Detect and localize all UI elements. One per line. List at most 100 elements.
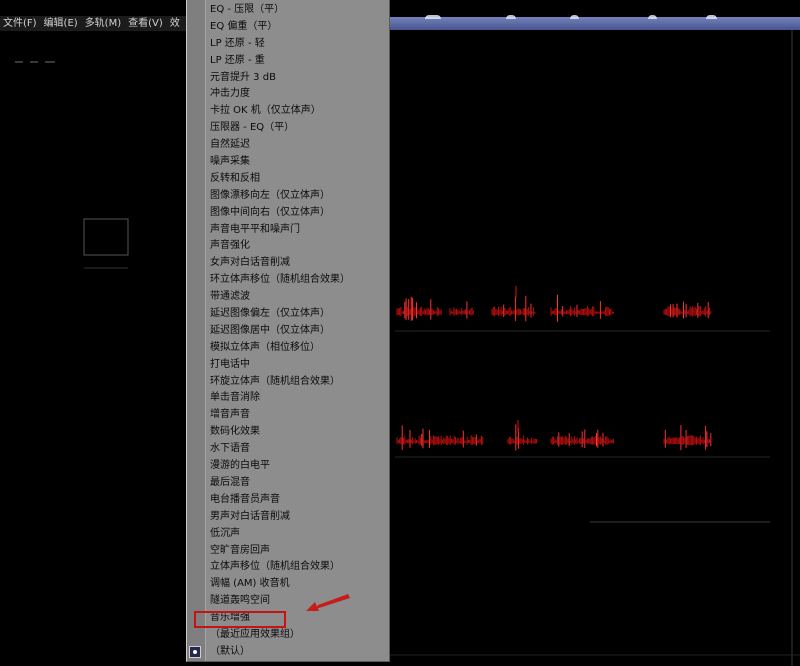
waveform-burst xyxy=(491,306,536,317)
preset-menu-item-label: （默认） xyxy=(210,645,250,657)
preset-menu-item[interactable]: 增音声音 xyxy=(187,407,389,424)
preset-menu-item-label: EQ - 压限（平） xyxy=(210,4,285,15)
preset-menu-item[interactable]: 图像漂移向左（仅立体声） xyxy=(187,188,389,205)
menubar-item[interactable]: 查看(V) xyxy=(128,16,163,31)
preset-menu-item[interactable]: 调幅 (AM) 收音机 xyxy=(187,576,389,593)
preset-menu-item[interactable]: 音乐增强 xyxy=(187,610,389,628)
preset-menu-item[interactable]: 女声对白话音削减 xyxy=(187,255,389,272)
preset-menu-item-label: 带通滤波 xyxy=(210,291,250,303)
preset-menu-item[interactable]: 低沉声 xyxy=(187,526,389,543)
waveform-burst xyxy=(401,425,477,450)
preset-menu-item-label: 增音声音 xyxy=(210,409,250,421)
preset-menu-item-label: 电台播音员声音 xyxy=(210,493,280,505)
preset-menu-item-label: 环立体声移位（随机组合效果） xyxy=(210,274,350,286)
menubar-item[interactable]: 多轨(M) xyxy=(85,16,121,31)
preset-menu-item[interactable]: （默认） xyxy=(187,644,389,661)
annotation-highlight-box xyxy=(194,610,286,628)
preset-menu-item-label: LP 还原 - 轻 xyxy=(210,37,265,49)
preset-menu-item[interactable]: 声音强化 xyxy=(187,238,389,255)
preset-menu-item[interactable]: 漫游的白电平 xyxy=(187,458,389,475)
preset-menu-item-label: 隧道轰鸣空间 xyxy=(210,595,270,607)
preset-menu-item-label: 图像漂移向左（仅立体声） xyxy=(210,189,330,201)
main-menu-bar: 文件(F) 编辑(E) 多轨(M) 查看(V) 效 xyxy=(0,16,186,31)
waveform-track-lower[interactable] xyxy=(396,420,712,451)
waveform-burst xyxy=(396,306,442,317)
preset-menu-item-label: EQ 偏重（平） xyxy=(210,20,278,32)
preset-menu-item[interactable]: 打电话中 xyxy=(187,357,389,374)
preset-menu-item-label: 声音强化 xyxy=(210,240,250,252)
preset-menu-item-label: 声音电平平和噪声门 xyxy=(210,223,300,235)
preset-menu-item[interactable]: 延迟图像居中（仅立体声） xyxy=(187,323,389,340)
menubar-item[interactable]: 编辑(E) xyxy=(44,16,78,31)
preset-menu-item[interactable]: 噪声采集 xyxy=(187,154,389,171)
preset-menu-item[interactable]: 环立体声移位（随机组合效果） xyxy=(187,272,389,289)
preset-menu-item-label: 元音提升 3 dB xyxy=(210,71,276,83)
preset-menu-item[interactable]: EQ 偏重（平） xyxy=(187,19,389,36)
preset-menu-item-label: 漫游的白电平 xyxy=(210,460,270,472)
preset-menu-item[interactable]: 模拟立体声（相位移位） xyxy=(187,340,389,357)
preset-menu-item-label: 环旋立体声（随机组合效果） xyxy=(210,375,340,387)
preset-menu-item-label: 单击音消除 xyxy=(210,392,260,404)
preset-menu-item[interactable]: 元音提升 3 dB xyxy=(187,70,389,87)
preset-menu-item-label: 延迟图像偏左（仅立体声） xyxy=(210,308,330,320)
preset-menu-item[interactable]: LP 还原 - 重 xyxy=(187,53,389,70)
preset-menu-item[interactable]: 数码化效果 xyxy=(187,424,389,441)
preset-menu-item-label: 反转和反相 xyxy=(210,172,260,184)
preset-menu-item-label: 水下语音 xyxy=(210,443,250,455)
preset-menu-item-label: 冲击力度 xyxy=(210,88,250,100)
waveform-track-upper[interactable] xyxy=(396,286,712,322)
title-bar-highlight xyxy=(425,15,441,19)
preset-menu-item-label: 数码化效果 xyxy=(210,426,260,438)
preset-menu-item[interactable]: 压限器 - EQ（平） xyxy=(187,120,389,137)
preset-menu-item[interactable]: 电台播音员声音 xyxy=(187,492,389,509)
title-bar-highlight xyxy=(706,15,717,19)
preset-menu-item[interactable]: 延迟图像偏左（仅立体声） xyxy=(187,306,389,323)
preset-menu-item-label: LP 还原 - 重 xyxy=(210,54,265,66)
title-bar-highlight xyxy=(570,15,579,19)
preset-menu-item[interactable]: 自然延迟 xyxy=(187,137,389,154)
preset-menu-item[interactable]: 单击音消除 xyxy=(187,390,389,407)
preset-menu-item-label: 打电话中 xyxy=(210,358,250,370)
waveform-burst xyxy=(449,307,474,316)
preset-menu-item-label: 延迟图像居中（仅立体声） xyxy=(210,324,330,336)
preset-menu-item[interactable]: 声音电平平和噪声门 xyxy=(187,222,389,239)
preset-menu-item-label: 噪声采集 xyxy=(210,156,250,168)
preset-menu-item-label: 压限器 - EQ（平） xyxy=(210,122,295,134)
preset-menu-item[interactable]: 水下语音 xyxy=(187,441,389,458)
preset-menu-item-label: 男声对白话音削减 xyxy=(210,510,290,522)
preset-menu-item-label: 立体声移位（随机组合效果） xyxy=(210,561,340,573)
preset-menu-item-label: 调幅 (AM) 收音机 xyxy=(210,578,290,590)
preset-menu-item[interactable]: 环旋立体声（随机组合效果） xyxy=(187,374,389,391)
preset-menu-item-label: 空旷音房回声 xyxy=(210,544,270,556)
preset-menu-item[interactable]: EQ - 压限（平） xyxy=(187,2,389,19)
preset-menu-item-label: 女声对白话音削减 xyxy=(210,257,290,269)
waveform-burst xyxy=(663,306,712,317)
effects-preset-dropdown[interactable]: EQ - 压限（平） EQ 偏重（平） LP 还原 - 轻 LP 还原 - 重元音提升… xyxy=(186,0,390,662)
preset-menu-item[interactable]: 冲击力度 xyxy=(187,86,389,103)
preset-menu-item-label: 最后混音 xyxy=(210,476,250,488)
preset-menu-item[interactable]: 最后混音 xyxy=(187,475,389,492)
menubar-item[interactable]: 文件(F) xyxy=(3,16,37,31)
title-bar-highlight xyxy=(648,15,657,19)
audio-editor-window: 文件(F) 编辑(E) 多轨(M) 查看(V) 效 EQ - 压限（平） EQ 偏重（平）… xyxy=(0,0,800,666)
preset-menu-item[interactable]: 男声对白话音削减 xyxy=(187,509,389,526)
preset-menu-item[interactable]: 带通滤波 xyxy=(187,289,389,306)
preset-menu-item[interactable]: 空旷音房回声 xyxy=(187,543,389,560)
preset-menu-item[interactable]: 隧道轰鸣空间 xyxy=(187,593,389,610)
preset-menu-item[interactable]: （最近应用效果组） xyxy=(187,627,389,644)
preset-menu-item-label: 低沉声 xyxy=(210,527,240,539)
preset-menu-item[interactable]: 卡拉 OK 机（仅立体声） xyxy=(187,103,389,120)
preset-menu-item[interactable]: 立体声移位（随机组合效果） xyxy=(187,559,389,576)
preset-menu-item-label: （最近应用效果组） xyxy=(210,628,300,640)
preset-menu-item-label: 卡拉 OK 机（仅立体声） xyxy=(210,105,321,117)
preset-menu-item[interactable]: LP 还原 - 轻 xyxy=(187,36,389,53)
panel-outline xyxy=(83,218,129,256)
preset-menu-item-label: 自然延迟 xyxy=(210,139,250,151)
waveform-burst xyxy=(507,435,538,446)
preset-menu-item[interactable]: 反转和反相 xyxy=(187,171,389,188)
preset-menu-item-label: 模拟立体声（相位移位） xyxy=(210,341,320,353)
preset-menu-item[interactable]: 图像中间向右（仅立体声） xyxy=(187,205,389,222)
menubar-item[interactable]: 效 xyxy=(170,16,180,31)
waveform-burst xyxy=(550,306,614,317)
title-bar xyxy=(390,15,800,30)
